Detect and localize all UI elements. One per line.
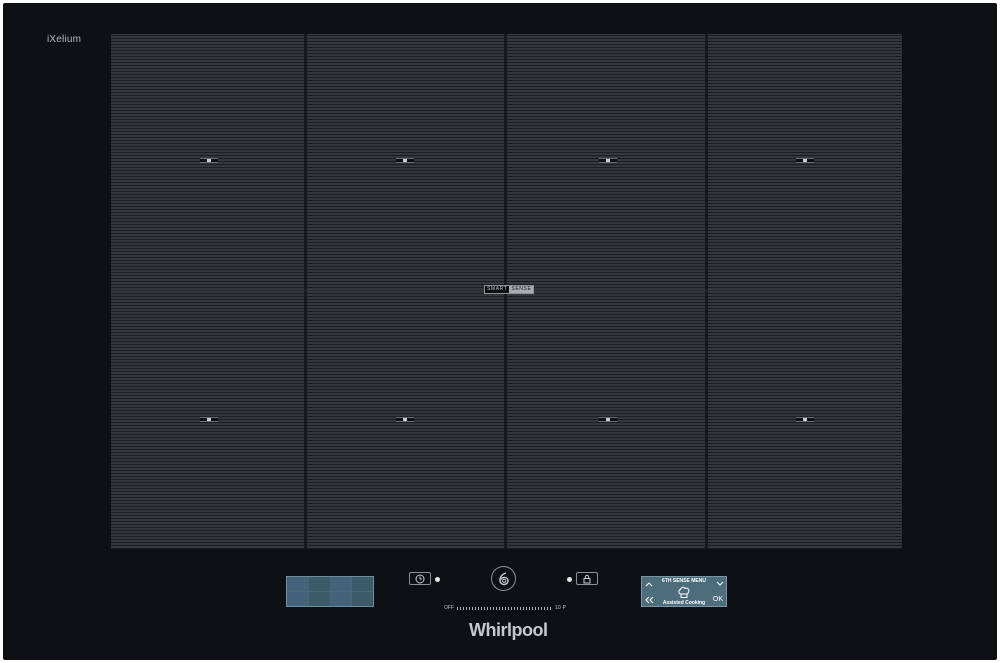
zone-marker[interactable]: [200, 417, 218, 422]
zone-marker[interactable]: [796, 158, 814, 163]
chevron-down-icon[interactable]: [716, 581, 724, 587]
whirlpool-logo: Whirlpool: [469, 620, 548, 640]
slider-track[interactable]: [457, 606, 553, 610]
timer-indicator-dot: [435, 577, 440, 582]
slider-min-label: OFF: [444, 605, 454, 611]
zone-selector-cell[interactable]: [352, 592, 373, 606]
slider-max-label: P: [562, 605, 566, 611]
zone-selector-cell[interactable]: [330, 577, 352, 591]
zone-marker[interactable]: [599, 158, 617, 163]
zone-selector-cell[interactable]: [352, 577, 373, 591]
zone-selector-cell[interactable]: [287, 577, 308, 591]
zone-marker[interactable]: [796, 417, 814, 422]
menu-title: 6TH SENSE MENU: [662, 578, 706, 584]
zone-divider: [705, 34, 708, 549]
ixelium-logo: iXelium: [47, 34, 82, 45]
timer-button[interactable]: [409, 572, 431, 585]
chevron-up-icon[interactable]: [645, 581, 653, 587]
lock-button[interactable]: [576, 572, 598, 585]
cooking-surface[interactable]: SMART SENSE: [111, 34, 902, 549]
smart-sense-badge-left: SMART: [485, 286, 510, 293]
zone-marker[interactable]: [599, 417, 617, 422]
lock-icon: [583, 574, 591, 583]
zone-selector-cell[interactable]: [330, 592, 352, 606]
chef-hat-icon: [678, 586, 690, 598]
zone-marker[interactable]: [200, 158, 218, 163]
zone-divider: [304, 34, 307, 549]
zone-selector-cell[interactable]: [287, 592, 308, 606]
sixth-sense-menu-display[interactable]: 6TH SENSE MENU Assisted Cooking OK: [641, 576, 727, 607]
zone-selector-panel[interactable]: [286, 576, 374, 607]
zone-marker[interactable]: [396, 417, 414, 422]
slider-mid-label: 10: [555, 605, 561, 611]
hob-body: iXelium SMART SENSE OFF 10 P 6TH SENSE M…: [3, 3, 997, 660]
clock-icon: [415, 574, 425, 583]
smart-sense-badge: SMART SENSE: [484, 285, 535, 294]
lock-indicator-dot: [567, 577, 572, 582]
sixth-sense-icon: [498, 571, 509, 585]
zone-marker[interactable]: [396, 158, 414, 163]
zone-selector-cell[interactable]: [308, 577, 330, 591]
power-slider[interactable]: OFF 10 P: [444, 604, 566, 612]
zone-selector-cell[interactable]: [308, 592, 330, 606]
sixth-sense-button[interactable]: [491, 566, 516, 591]
ok-button[interactable]: OK: [713, 596, 723, 603]
smart-sense-badge-right: SENSE: [509, 286, 534, 293]
